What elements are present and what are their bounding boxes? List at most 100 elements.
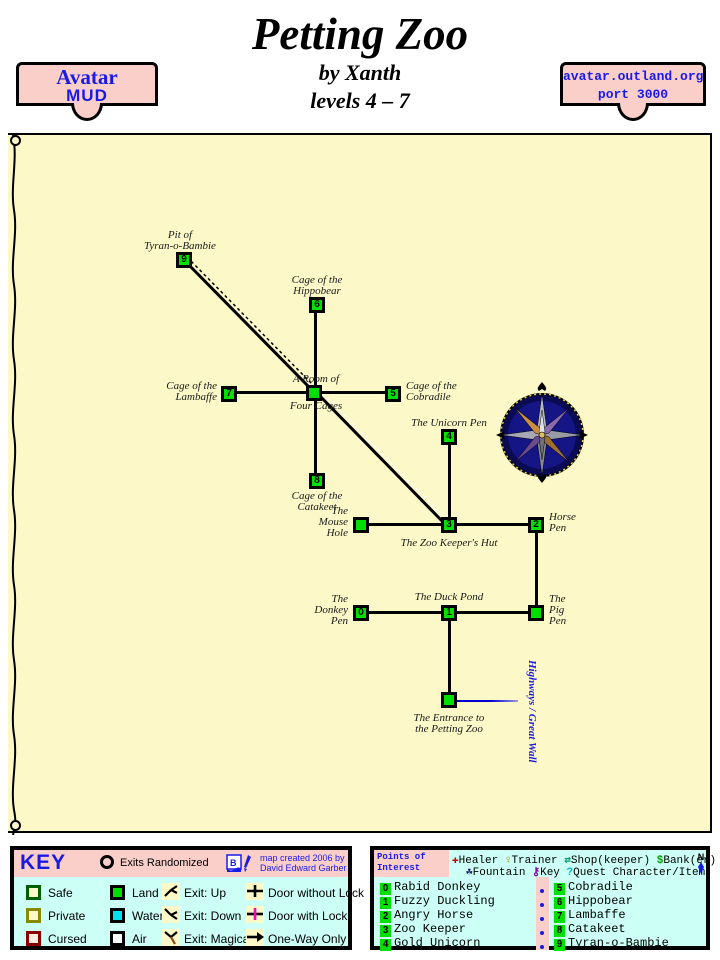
poi-label: Cobradile (568, 880, 633, 894)
room-pig-pen-label: The Pig Pen (549, 593, 567, 627)
poi-item-9[interactable]: 9 Tyran-o-Bambie (554, 936, 669, 951)
poi-label: Angry Horse (394, 908, 474, 922)
avatar-mud-banner-line1: Avatar (56, 65, 118, 89)
swatch-safe-label: Safe (48, 886, 73, 900)
connection-mousehole-3 (368, 523, 448, 526)
poi-item-8[interactable]: 8 Catakeet (554, 922, 626, 937)
cartographer-icon: B (226, 854, 251, 872)
room-pig-pen[interactable] (528, 605, 544, 621)
poi-item-1[interactable]: 1 Fuzzy Duckling (380, 894, 495, 909)
poi-label: Rabid Donkey (394, 880, 481, 894)
page-title: Petting Zoo (251, 9, 469, 59)
room-5[interactable]: 5 (385, 386, 401, 402)
door-with-lock-label: Door with Lock (268, 909, 348, 923)
room-mouse-hole[interactable] (353, 517, 369, 533)
poi-item-0[interactable]: 0 Rabid Donkey (380, 880, 480, 895)
swatch-cursed-label: Cursed (48, 932, 87, 946)
circle-icon (100, 855, 114, 869)
highway-label: Highways / Great Wall (526, 660, 538, 763)
map-canvas: Highways / Great Wall 9 Pit of Tyran-o-Ba… (8, 133, 712, 835)
door-without-lock-label: Door without Lock (268, 886, 365, 900)
room-2[interactable]: 2 (528, 517, 544, 533)
room-0[interactable]: 0 (353, 605, 369, 621)
exit-down-label: Exit: Down (184, 909, 242, 923)
door-without-lock-icon (246, 883, 264, 900)
room-four-cages[interactable] (306, 385, 322, 401)
compass-rose (496, 382, 588, 483)
swatch-air (110, 931, 125, 946)
poi-num: 9 (554, 939, 565, 951)
room-7-label: Cage of the Lambaffe (166, 380, 217, 403)
one-way-only-label: One-Way Only (268, 932, 347, 946)
swatch-cursed (26, 931, 41, 946)
connection-hub-5 (322, 391, 392, 394)
room-9-label: Pit of Tyran-o-Bambie (144, 229, 216, 252)
room-0-label: The Donkey Pen (314, 593, 348, 627)
poi-label: Lambaffe (568, 908, 626, 922)
room-6-label: Cage of the Hippobear (291, 274, 343, 297)
connection-4-3 (448, 435, 451, 523)
compass-needle-icon (698, 862, 704, 874)
poi-item-4[interactable]: 4 Gold Unicorn (380, 936, 480, 951)
room-2-label: Horse Pen (549, 511, 576, 534)
poi-symbol-row-2: ☘Fountain ⚷Key ?Quest Character/Item (466, 865, 705, 879)
poi-item-6[interactable]: 6 Hippobear (554, 894, 633, 909)
swatch-land-label: Land (132, 886, 159, 900)
poi-item-5[interactable]: 5 Cobradile (554, 880, 633, 895)
one-way-only-icon (246, 929, 264, 946)
room-entrance[interactable] (441, 692, 457, 708)
room-8[interactable]: 8 (309, 473, 325, 489)
room-4[interactable]: 4 (441, 429, 457, 445)
fountain-label: Fountain (472, 867, 526, 879)
poi-label: Zoo Keeper (394, 922, 467, 936)
exit-up-label: Exit: Up (184, 886, 227, 900)
connection-2-pigpen (535, 523, 538, 611)
highway-line (456, 700, 518, 702)
map-credit: B map created 2006 by David Edward Garbe… (226, 851, 354, 876)
poi-label: Catakeet (568, 922, 626, 936)
exit-down-icon (162, 906, 180, 923)
poi-item-3[interactable]: 3 Zoo Keeper (380, 922, 466, 937)
room-3[interactable]: 3 (441, 517, 457, 533)
swatch-land (110, 885, 125, 900)
key-title: KEY (20, 851, 67, 874)
poi-dot (540, 917, 544, 921)
swatch-private-label: Private (48, 909, 86, 923)
server-port: port 3000 (597, 87, 669, 102)
room-6[interactable]: 6 (309, 297, 325, 313)
poi-item-2[interactable]: 2 Angry Horse (380, 908, 473, 923)
poi-label: Hippobear (568, 894, 633, 908)
poi-label: Tyran-o-Bambie (568, 936, 669, 950)
poi-column-divider (536, 877, 549, 950)
key-legend: KEY Exits Randomized B map created 2006 … (10, 846, 364, 950)
server-address-banner: avatar.outland.org port 3000 (560, 62, 706, 121)
poi-num: 4 (380, 939, 391, 951)
swatch-water (110, 908, 125, 923)
svg-text:B: B (230, 858, 237, 868)
room-four-cages-label-bottom: Four Cages (289, 400, 343, 412)
north-indicator: N (692, 852, 710, 876)
room-3-label: The Zoo Keeper's Hut (400, 537, 498, 549)
door-with-lock-icon (246, 906, 264, 923)
room-mouse-hole-label: The Mouse Hole (318, 505, 348, 539)
server-host: avatar.outland.org (563, 69, 704, 84)
room-7[interactable]: 7 (221, 386, 237, 402)
swatch-water-label: Water (132, 909, 164, 923)
poi-dot (540, 945, 544, 949)
room-9[interactable]: 9 (176, 252, 192, 268)
poi-title: Points of Interest (377, 852, 426, 873)
poi-item-7[interactable]: 7 Lambaffe (554, 908, 626, 923)
connection-1-pigpen (448, 611, 536, 614)
room-5-label: Cage of the Cobradile (406, 380, 457, 403)
page-header: Petting Zoo by Xanth levels 4 – 7 Avatar… (0, 0, 720, 130)
poi-label: Fuzzy Duckling (394, 894, 495, 908)
swatch-air-label: Air (132, 932, 147, 946)
quest-label: Quest Character/Item (573, 867, 706, 879)
exit-magical-icon (162, 929, 180, 946)
banner-tail (617, 103, 649, 121)
room-1[interactable]: 1 (441, 605, 457, 621)
avatar-mud-banner: Avatar MUD (16, 62, 158, 121)
healer-icon: ✚ (452, 855, 459, 867)
poi-dot (540, 931, 544, 935)
credit-line-2: David Edward Garber (260, 863, 347, 873)
